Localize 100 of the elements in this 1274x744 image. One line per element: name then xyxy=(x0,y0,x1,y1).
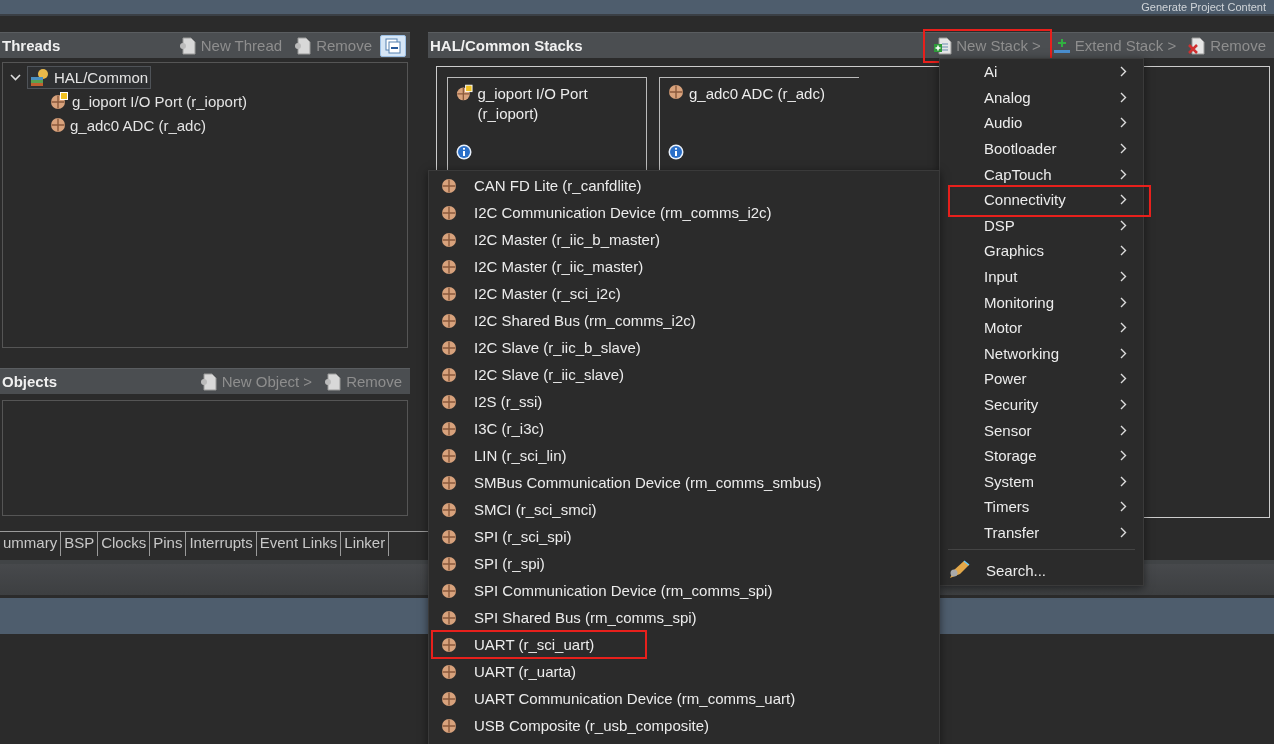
add-line-icon xyxy=(1052,36,1071,55)
menu-item[interactable]: Transfer xyxy=(940,519,1143,546)
menu-item[interactable]: LIN (r_sci_lin) xyxy=(429,442,939,469)
chevron-right-icon xyxy=(1120,117,1127,129)
menu-item[interactable]: UART (r_uarta) xyxy=(429,658,939,685)
menu-item[interactable]: I2C Master (r_iic_master) xyxy=(429,253,939,280)
menu-item[interactable]: Monitoring xyxy=(940,289,1143,315)
menu-item[interactable]: UART (r_sci_uart) xyxy=(429,631,939,658)
module-icon xyxy=(441,231,457,248)
chevron-right-icon xyxy=(1120,347,1127,359)
chevron-right-icon xyxy=(1120,296,1127,308)
collapse-all-button[interactable] xyxy=(380,34,406,57)
chevron-right-icon xyxy=(1120,91,1127,103)
chevron-right-icon xyxy=(1120,168,1127,180)
menu-item[interactable]: CapTouch xyxy=(940,161,1143,187)
menu-item[interactable]: System xyxy=(940,468,1143,495)
menu-item[interactable]: Ai xyxy=(940,59,1143,85)
chevron-right-icon xyxy=(1120,450,1127,462)
module-icon xyxy=(441,366,457,383)
module-icon xyxy=(441,528,457,545)
delete-document-icon xyxy=(1188,36,1207,55)
menu-item[interactable]: USB Composite (r_usb_composite) xyxy=(429,712,939,739)
module-icon xyxy=(50,92,68,110)
module-icon xyxy=(441,258,457,275)
menu-item[interactable]: Graphics xyxy=(940,238,1143,264)
module-icon xyxy=(441,447,457,464)
menu-item[interactable]: SPI (r_sci_spi) xyxy=(429,523,939,550)
stack-icon xyxy=(30,67,50,87)
menu-item[interactable]: Sensor xyxy=(940,417,1143,443)
menu-item[interactable]: Security xyxy=(940,391,1143,418)
menu-item[interactable]: UART Communication Device (rm_comms_uart) xyxy=(429,685,939,712)
chevron-right-icon xyxy=(1120,399,1127,410)
module-icon xyxy=(50,117,66,133)
panel-title: Threads xyxy=(2,37,62,54)
search-menu-item[interactable]: Search... xyxy=(940,554,1143,587)
module-icon xyxy=(441,636,457,653)
module-icon xyxy=(441,609,457,626)
menu-item[interactable]: Storage xyxy=(940,442,1143,469)
document-icon xyxy=(294,36,313,55)
info-icon[interactable] xyxy=(456,144,472,160)
panel-title: HAL/Common Stacks xyxy=(430,37,584,54)
chevron-right-icon xyxy=(1120,271,1127,283)
chevron-right-icon xyxy=(1120,527,1127,538)
menu-item[interactable]: I2S (r_ssi) xyxy=(429,388,939,415)
menu-item[interactable]: SMBus Communication Device (rm_comms_smbus) xyxy=(429,469,939,496)
chevron-right-icon xyxy=(1120,424,1127,436)
collapse-icon xyxy=(385,37,401,54)
module-icon xyxy=(441,285,457,302)
chevron-right-icon xyxy=(1120,373,1127,385)
menu-item[interactable]: I2C Communication Device (rm_comms_i2c) xyxy=(429,199,939,226)
module-icon xyxy=(441,204,457,221)
menu-item[interactable]: Analog xyxy=(940,84,1143,111)
menu-item[interactable]: Input xyxy=(940,263,1143,290)
menu-item[interactable]: SMCI (r_sci_smci) xyxy=(429,496,939,523)
menu-item[interactable]: SPI (r_spi) xyxy=(429,550,939,577)
module-icon xyxy=(441,663,457,680)
menu-item[interactable]: I2C Slave (r_iic_b_slave) xyxy=(429,334,939,361)
editor-tab[interactable]: ummary xyxy=(0,532,62,556)
menu-item[interactable]: Power xyxy=(940,366,1143,392)
menu-item[interactable]: Connectivity xyxy=(940,186,1143,213)
chevron-right-icon xyxy=(1120,66,1127,78)
module-icon xyxy=(441,474,457,491)
menu-item[interactable]: I2C Master (r_sci_i2c) xyxy=(429,280,939,307)
module-icon xyxy=(441,555,457,572)
menu-item[interactable]: Timers xyxy=(940,494,1143,520)
menu-item[interactable]: CAN FD Lite (r_canfdlite) xyxy=(429,172,939,199)
module-icon xyxy=(441,501,457,518)
menu-item[interactable]: DSP xyxy=(940,212,1143,239)
module-icon xyxy=(441,717,457,734)
menu-item[interactable]: I2C Master (r_iic_b_master) xyxy=(429,226,939,253)
tree-item[interactable]: g_ioport I/O Port (r_ioport) xyxy=(47,89,251,113)
menu-item[interactable]: Audio xyxy=(940,110,1143,136)
chevron-right-icon xyxy=(1120,194,1127,206)
info-icon[interactable] xyxy=(668,144,684,160)
module-icon xyxy=(441,312,457,329)
document-icon xyxy=(199,372,218,391)
module-icon xyxy=(668,84,684,100)
module-icon xyxy=(441,393,457,410)
generate-button[interactable]: Generate Project Content xyxy=(1141,1,1266,13)
menu-item[interactable]: I3C (r_i3c) xyxy=(429,415,939,442)
tree-item[interactable]: HAL/Common xyxy=(27,65,152,89)
menu-item[interactable]: I2C Shared Bus (rm_comms_i2c) xyxy=(429,307,939,334)
chevron-right-icon xyxy=(1120,143,1127,155)
add-document-icon xyxy=(934,36,953,55)
document-icon xyxy=(178,36,197,55)
menu-item[interactable]: Motor xyxy=(940,314,1143,341)
panel-title: Objects xyxy=(2,373,59,390)
tree-item[interactable]: g_adc0 ADC (r_adc) xyxy=(47,113,209,137)
menu-item[interactable]: Bootloader xyxy=(940,135,1143,162)
expand-toggle[interactable] xyxy=(9,71,21,83)
module-icon xyxy=(441,339,457,356)
chevron-right-icon xyxy=(1120,245,1127,257)
module-icon xyxy=(441,582,457,599)
chevron-right-icon xyxy=(1120,475,1127,487)
chevron-right-icon xyxy=(1120,219,1127,231)
document-icon xyxy=(324,372,343,391)
module-icon xyxy=(441,177,457,194)
menu-item[interactable]: Networking xyxy=(940,340,1143,367)
menu-item[interactable]: I2C Slave (r_iic_slave) xyxy=(429,361,939,388)
menu-item[interactable]: SPI Communication Device (rm_comms_spi) xyxy=(429,577,939,604)
